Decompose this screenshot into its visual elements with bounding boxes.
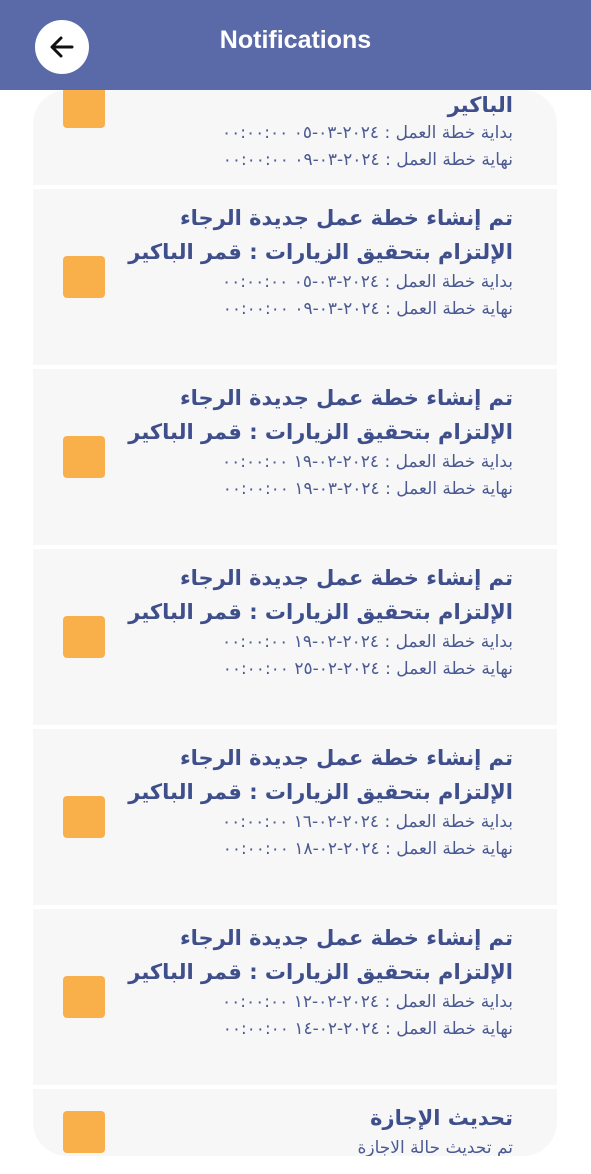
notification-status-square (63, 796, 105, 838)
notification-end-date: نهاية خطة العمل : ٢٠٢٤-٠٣-٠٩ ٠٠:٠٠:٠٠ (222, 150, 513, 170)
page-title: Notifications (219, 26, 372, 54)
notification-end-date: نهاية خطة العمل : ٢٠٢٤-٠٣-١٩ ٠٠:٠٠:٠٠ (222, 479, 513, 499)
notification-status-square (63, 90, 105, 128)
notification-start-date: بداية خطة العمل : ٢٠٢٤-٠٣-٠٥ ٠٠:٠٠:٠٠ (222, 272, 513, 292)
notification-status-square (63, 1111, 105, 1153)
notification-title: تم إنشاء خطة عمل جديدة الرجاء الإلتزام ب… (128, 386, 513, 444)
notification-item[interactable]: تم إنشاء خطة عمل جديدة الرجاء الإلتزام ب… (33, 729, 557, 905)
notification-start-date: بداية خطة العمل : ٢٠٢٤-٠٢-١٩ ٠٠:٠٠:٠٠ (222, 452, 513, 472)
notification-status-square (63, 616, 105, 658)
notification-item[interactable]: الباكير بداية خطة العمل : ٢٠٢٤-٠٣-٠٥ ٠٠:… (33, 90, 557, 185)
notification-item[interactable]: تم إنشاء خطة عمل جديدة الرجاء الإلتزام ب… (33, 909, 557, 1085)
app-bar: Notifications (0, 0, 591, 90)
notification-start-date: بداية خطة العمل : ٢٠٢٤-٠٢-١٢ ٠٠:٠٠:٠٠ (222, 992, 513, 1012)
notification-end-date: نهاية خطة العمل : ٢٠٢٤-٠٣-٠٩ ٠٠:٠٠:٠٠ (222, 299, 513, 319)
notification-end-date: نهاية خطة العمل : ٢٠٢٤-٠٢-٢٥ ٠٠:٠٠:٠٠ (222, 659, 513, 679)
notification-end-date: نهاية خطة العمل : ٢٠٢٤-٠٢-١٤ ٠٠:٠٠:٠٠ (222, 1019, 513, 1039)
notification-title: تم إنشاء خطة عمل جديدة الرجاء الإلتزام ب… (128, 746, 513, 804)
notification-title: تم إنشاء خطة عمل جديدة الرجاء الإلتزام ب… (128, 206, 513, 264)
notification-body: تم تحديث حالة الاجازة (357, 1138, 513, 1156)
notification-start-date: بداية خطة العمل : ٢٠٢٤-٠٣-٠٥ ٠٠:٠٠:٠٠ (222, 123, 513, 143)
notifications-list[interactable]: الباكير بداية خطة العمل : ٢٠٢٤-٠٣-٠٥ ٠٠:… (33, 90, 557, 1156)
notification-title: تم إنشاء خطة عمل جديدة الرجاء الإلتزام ب… (128, 926, 513, 984)
notification-item[interactable]: تم إنشاء خطة عمل جديدة الرجاء الإلتزام ب… (33, 189, 557, 365)
notification-item[interactable]: تم إنشاء خطة عمل جديدة الرجاء الإلتزام ب… (33, 549, 557, 725)
notification-start-date: بداية خطة العمل : ٢٠٢٤-٠٢-١٩ ٠٠:٠٠:٠٠ (222, 632, 513, 652)
notification-title: تحديث الإجازة (370, 1106, 513, 1130)
notification-item[interactable]: تحديث الإجازة تم تحديث حالة الاجازة (33, 1089, 557, 1156)
notification-status-square (63, 256, 105, 298)
notification-title: تم إنشاء خطة عمل جديدة الرجاء الإلتزام ب… (128, 566, 513, 624)
notification-status-square (63, 436, 105, 478)
notification-start-date: بداية خطة العمل : ٢٠٢٤-٠٢-١٦ ٠٠:٠٠:٠٠ (222, 812, 513, 832)
notification-end-date: نهاية خطة العمل : ٢٠٢٤-٠٢-١٨ ٠٠:٠٠:٠٠ (222, 839, 513, 859)
notification-status-square (63, 976, 105, 1018)
notification-item[interactable]: تم إنشاء خطة عمل جديدة الرجاء الإلتزام ب… (33, 369, 557, 545)
notification-title: الباكير (447, 93, 513, 117)
